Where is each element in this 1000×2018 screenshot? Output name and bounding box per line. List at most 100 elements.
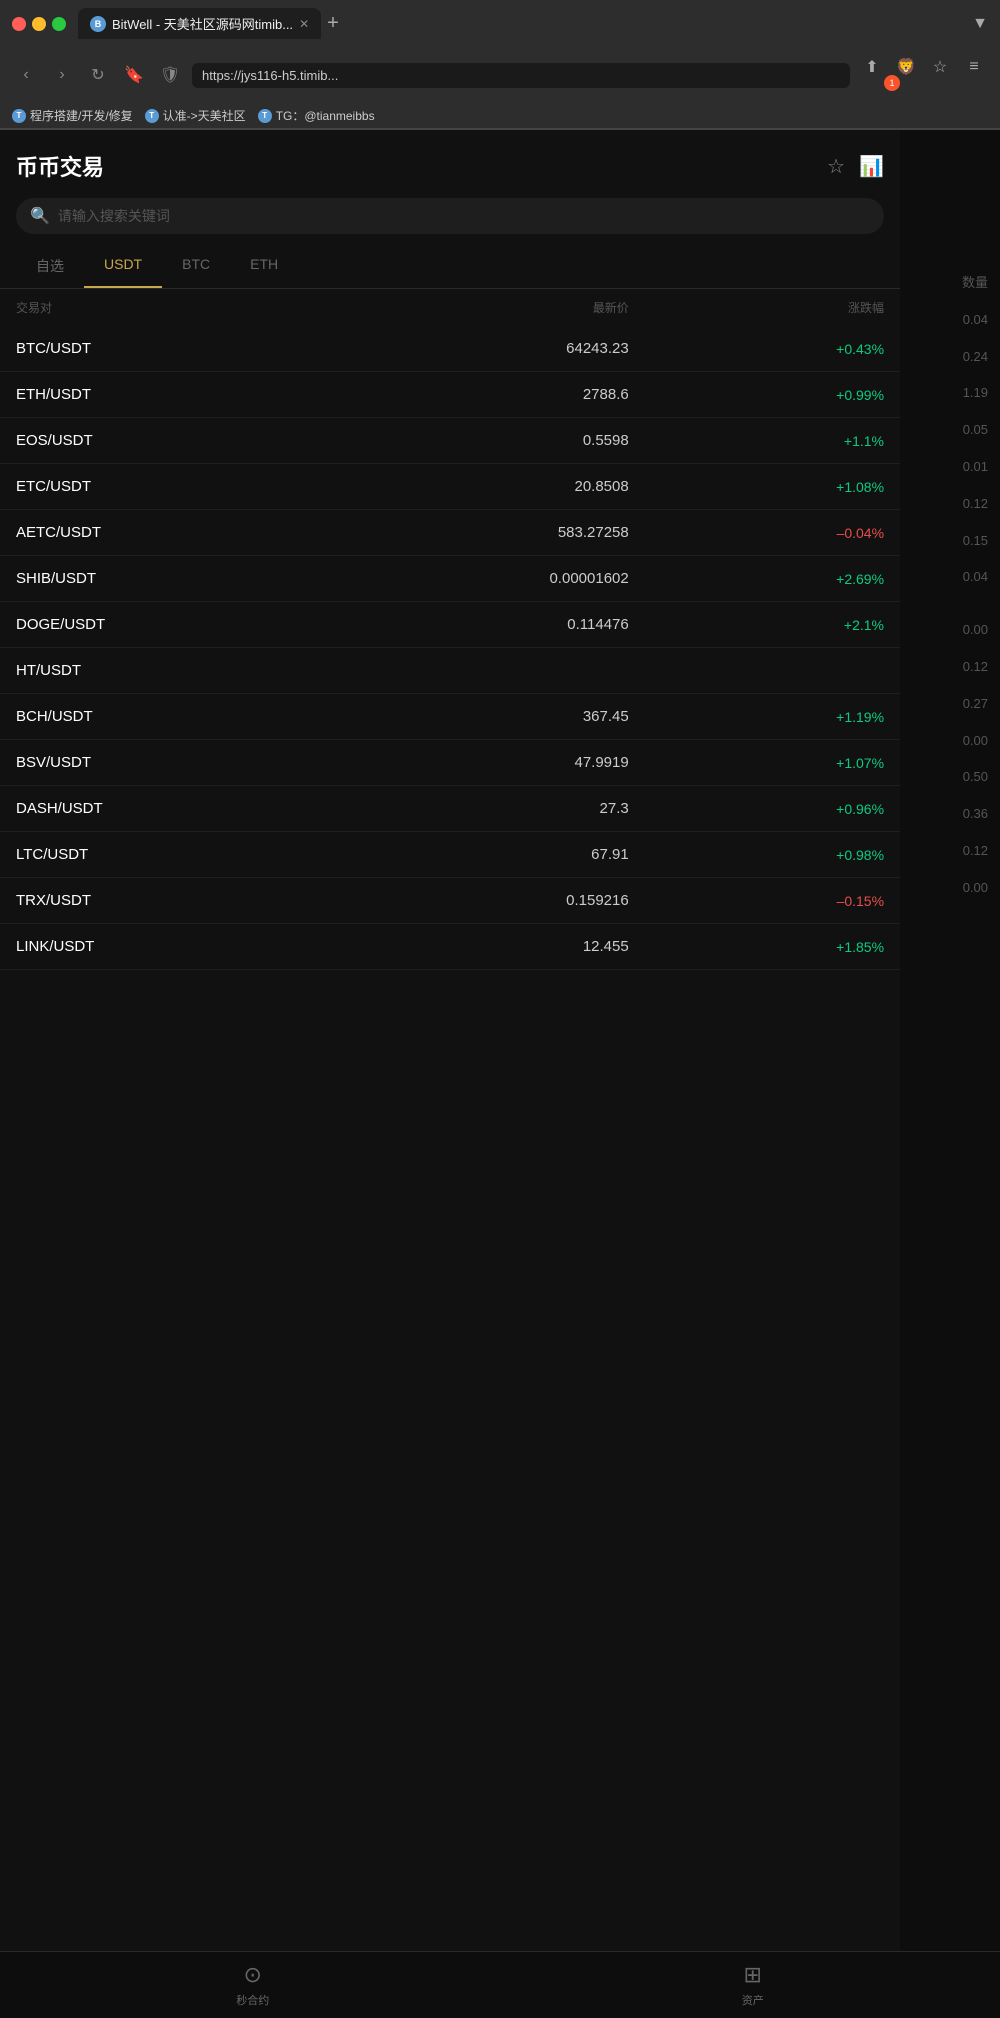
chart-icon[interactable]: 📊 bbox=[859, 154, 884, 179]
pair-change: +1.19% bbox=[629, 709, 884, 725]
refresh-button[interactable]: ↻ bbox=[84, 61, 112, 89]
sidebar-number: 0.12 bbox=[900, 833, 1000, 870]
bookmark-label-3: TG：@tianmeibbs bbox=[276, 107, 375, 124]
minimize-button[interactable] bbox=[32, 17, 46, 31]
trading-row[interactable]: AETC/USDT 583.27258 –0.04% bbox=[0, 510, 900, 556]
tab-usdt[interactable]: USDT bbox=[84, 244, 162, 288]
sidebar-number: 0.36 bbox=[900, 796, 1000, 833]
browser-toolbar: ‹ › ↻ 🔖 🛡 https://jys116-h5.timib... ⬆ 🦁… bbox=[0, 47, 1000, 103]
trading-row[interactable]: DOGE/USDT 0.114476 +2.1% bbox=[0, 602, 900, 648]
menu-icon[interactable]: ≡ bbox=[960, 53, 988, 81]
main-panel: 币币交易 ☆ 📊 🔍 请输入搜索关键词 自选 USDT BTC ETH bbox=[0, 130, 900, 2013]
trading-row[interactable]: ETC/USDT 20.8508 +1.08% bbox=[0, 464, 900, 510]
pair-price: 47.9919 bbox=[322, 754, 628, 771]
pair-name: EOS/USDT bbox=[16, 432, 322, 449]
pair-price: 67.91 bbox=[322, 846, 628, 863]
trading-row[interactable]: LINK/USDT 12.455 +1.85% bbox=[0, 924, 900, 970]
sidebar-number bbox=[900, 596, 1000, 612]
app-content: 币币交易 ☆ 📊 🔍 请输入搜索关键词 自选 USDT BTC ETH bbox=[0, 130, 1000, 2013]
tab-btc[interactable]: BTC bbox=[162, 244, 230, 288]
trading-row[interactable]: HT/USDT bbox=[0, 648, 900, 694]
sidebar-number: 0.04 bbox=[900, 559, 1000, 596]
toolbar-icons: ⬆ 🦁 1 ☆ ≡ bbox=[858, 53, 988, 97]
trading-row[interactable]: TRX/USDT 0.159216 –0.15% bbox=[0, 878, 900, 924]
pair-change: +1.85% bbox=[629, 939, 884, 955]
pair-name: LINK/USDT bbox=[16, 938, 322, 955]
pair-name: BTC/USDT bbox=[16, 340, 322, 357]
address-bar[interactable]: https://jys116-h5.timib... bbox=[192, 63, 850, 88]
pair-price: 0.5598 bbox=[322, 432, 628, 449]
address-text: https://jys116-h5.timib... bbox=[202, 68, 338, 83]
sidebar-number: 0.24 bbox=[900, 339, 1000, 376]
trading-list: BTC/USDT 64243.23 +0.43% ETH/USDT 2788.6… bbox=[0, 326, 900, 970]
pair-name: ETH/USDT bbox=[16, 386, 322, 403]
pair-change: +1.08% bbox=[629, 479, 884, 495]
tab-close-icon[interactable]: ✕ bbox=[299, 17, 309, 31]
forward-button[interactable]: › bbox=[48, 61, 76, 89]
pair-price: 20.8508 bbox=[322, 478, 628, 495]
search-bar[interactable]: 🔍 请输入搜索关键词 bbox=[16, 198, 884, 234]
pair-change: +0.98% bbox=[629, 847, 884, 863]
tab-menu-icon[interactable]: ▼ bbox=[972, 15, 988, 33]
pair-name: DASH/USDT bbox=[16, 800, 322, 817]
app-header: 币币交易 ☆ 📊 bbox=[0, 130, 900, 198]
bookmark-favicon-2: T bbox=[145, 109, 159, 123]
tab-eth[interactable]: ETH bbox=[230, 244, 298, 288]
trading-row[interactable]: DASH/USDT 27.3 +0.96% bbox=[0, 786, 900, 832]
table-header: 交易对 最新价 涨跌幅 bbox=[0, 289, 900, 326]
active-tab[interactable]: B BitWell - 天美社区源码网timib... ✕ bbox=[78, 8, 321, 39]
sidebar-number: 0.00 bbox=[900, 870, 1000, 907]
trading-row[interactable]: LTC/USDT 67.91 +0.98% bbox=[0, 832, 900, 878]
pair-name: ETC/USDT bbox=[16, 478, 322, 495]
bookmark-button[interactable]: 🔖 bbox=[120, 61, 148, 89]
tab-favicon: B bbox=[90, 16, 106, 32]
trading-row[interactable]: BTC/USDT 64243.23 +0.43% bbox=[0, 326, 900, 372]
share-icon[interactable]: ⬆ bbox=[858, 53, 886, 81]
tab-zixuan[interactable]: 自选 bbox=[16, 244, 84, 288]
trading-row[interactable]: ETH/USDT 2788.6 +0.99% bbox=[0, 372, 900, 418]
close-button[interactable] bbox=[12, 17, 26, 31]
brave-badge: 1 bbox=[884, 75, 900, 91]
pair-price: 367.45 bbox=[322, 708, 628, 725]
sidebar-number: 0.00 bbox=[900, 612, 1000, 649]
pair-price: 0.00001602 bbox=[322, 570, 628, 587]
brave-shield-wrap: 🦁 1 bbox=[892, 53, 920, 97]
right-sidebar: 数量0.040.241.190.050.010.120.150.040.000.… bbox=[900, 130, 1000, 2013]
search-input[interactable]: 请输入搜索关键词 bbox=[58, 206, 870, 226]
bottom-btn-contracts[interactable]: ⊙ 秒合约 bbox=[236, 1962, 269, 2008]
trading-row[interactable]: BCH/USDT 367.45 +1.19% bbox=[0, 694, 900, 740]
new-tab-button[interactable]: + bbox=[327, 12, 339, 35]
trading-row[interactable]: EOS/USDT 0.5598 +1.1% bbox=[0, 418, 900, 464]
sidebar-number: 0.12 bbox=[900, 486, 1000, 523]
pair-name: AETC/USDT bbox=[16, 524, 322, 541]
bookmark-favicon-3: T bbox=[258, 109, 272, 123]
pair-change: +1.1% bbox=[629, 433, 884, 449]
assets-label: 资产 bbox=[742, 1992, 764, 2008]
bookmark-label-1: 程序搭建/开发/修复 bbox=[30, 107, 133, 124]
pair-name: HT/USDT bbox=[16, 662, 322, 679]
contracts-label: 秒合约 bbox=[236, 1992, 269, 2008]
bookmark-item-3[interactable]: T TG：@tianmeibbs bbox=[258, 107, 375, 124]
trading-row[interactable]: SHIB/USDT 0.00001602 +2.69% bbox=[0, 556, 900, 602]
trading-row[interactable]: BSV/USDT 47.9919 +1.07% bbox=[0, 740, 900, 786]
back-button[interactable]: ‹ bbox=[12, 61, 40, 89]
pair-price: 0.159216 bbox=[322, 892, 628, 909]
col-header-price: 最新价 bbox=[322, 299, 628, 316]
pair-change: +0.96% bbox=[629, 801, 884, 817]
pair-change: +2.1% bbox=[629, 617, 884, 633]
pair-change: +1.07% bbox=[629, 755, 884, 771]
sidebar-numbers: 数量0.040.241.190.050.010.120.150.040.000.… bbox=[900, 130, 1000, 907]
browser-titlebar: B BitWell - 天美社区源码网timib... ✕ + ▼ bbox=[0, 0, 1000, 47]
bookmark-item-1[interactable]: T 程序搭建/开发/修复 bbox=[12, 107, 133, 124]
star-icon[interactable]: ☆ bbox=[827, 154, 845, 179]
maximize-button[interactable] bbox=[52, 17, 66, 31]
shield-icon[interactable]: 🛡 bbox=[156, 61, 184, 89]
pair-name: BCH/USDT bbox=[16, 708, 322, 725]
browser-chrome: B BitWell - 天美社区源码网timib... ✕ + ▼ ‹ › ↻ … bbox=[0, 0, 1000, 130]
tab-title: BitWell - 天美社区源码网timib... bbox=[112, 14, 293, 33]
bottom-btn-assets[interactable]: ⊞ 资产 bbox=[742, 1962, 764, 2008]
favorites-icon[interactable]: ☆ bbox=[926, 53, 954, 81]
sidebar-number: 0.27 bbox=[900, 686, 1000, 723]
pair-name: TRX/USDT bbox=[16, 892, 322, 909]
bookmark-item-2[interactable]: T 认准->天美社区 bbox=[145, 107, 246, 124]
